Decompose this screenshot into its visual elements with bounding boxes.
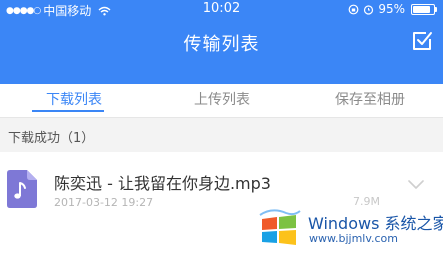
watermark-url: www.bjjmlv.com [309,232,398,245]
status-bar: ●●●●○ 中国移动 10:02 95% [0,0,443,20]
battery-icon [411,3,437,15]
rotation-lock-icon [348,4,359,14]
active-tab-indicator [32,110,104,112]
app-header: ●●●●○ 中国移动 10:02 95% 传输列表 [0,0,443,84]
section-header: 下载成功（1） [0,118,443,152]
file-time: 2017-03-12 19:27 [54,196,154,209]
page-title: 传输列表 [183,34,260,55]
windows-logo-icon [259,209,301,245]
section-title: 下载成功（1） [8,131,95,146]
music-file-icon [7,170,37,208]
file-size: 7.9M [353,195,380,208]
alarm-icon [364,4,374,15]
status-right: 95% [348,2,437,16]
battery-percent: 95% [378,2,405,16]
watermark-brand: Windows 系统之家 [308,214,443,233]
battery-level [413,5,431,13]
edit-checkbox-icon[interactable] [411,30,433,52]
file-list-item[interactable]: 陈奕迅 - 让我留在你身边.mp3 2017-03-12 19:27 7.9M [0,152,443,218]
tab-bar: 下载列表 上传列表 保存至相册 [0,84,443,118]
chevron-down-icon[interactable] [408,180,424,190]
file-name: 陈奕迅 - 让我留在你身边.mp3 [54,174,271,193]
